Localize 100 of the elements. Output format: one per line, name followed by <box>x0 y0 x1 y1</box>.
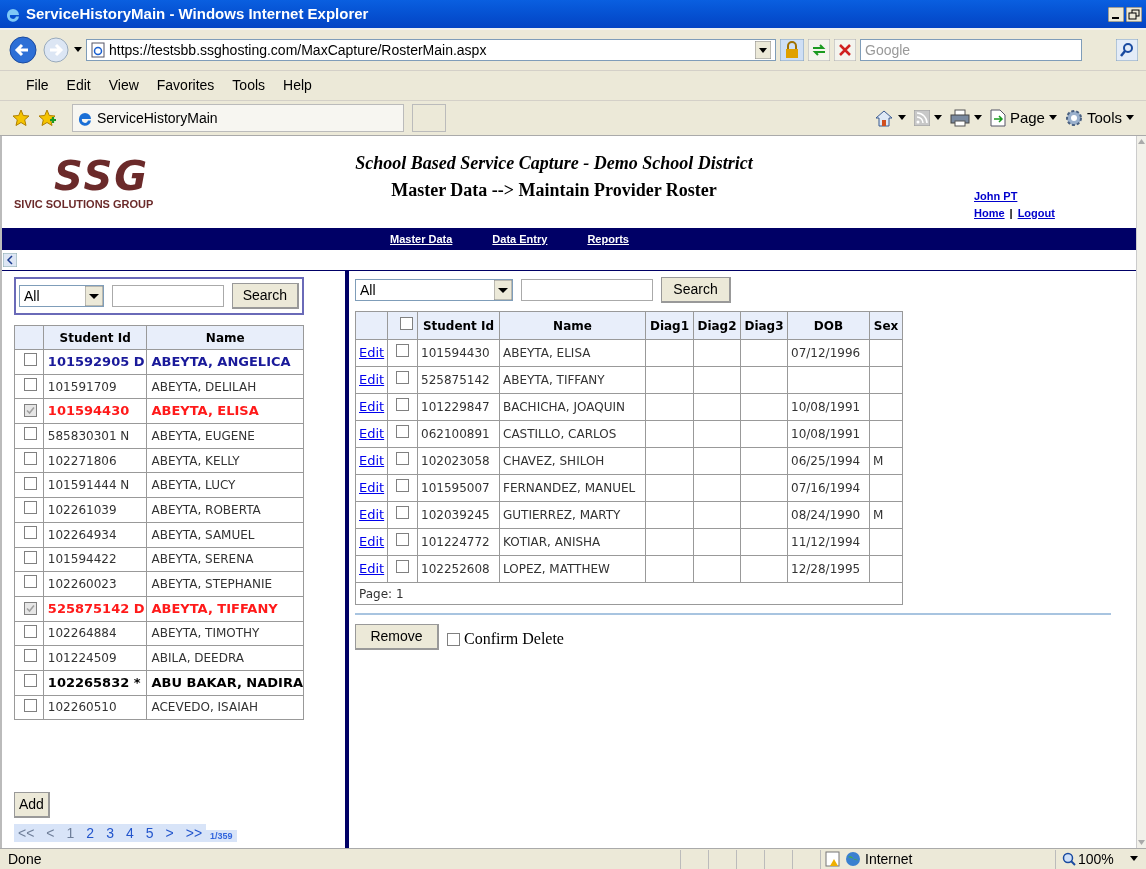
scroll-down-icon[interactable] <box>1137 838 1146 848</box>
menu-item[interactable]: Edit <box>66 75 91 96</box>
collapse-icon[interactable] <box>3 253 17 267</box>
dropdown-icon[interactable] <box>494 280 512 300</box>
search-field[interactable] <box>521 279 653 301</box>
stop-icon[interactable] <box>834 39 856 61</box>
zoom-control[interactable]: 100% <box>1055 849 1138 869</box>
menu-item[interactable]: Tools <box>232 75 266 96</box>
print-button[interactable] <box>949 109 982 127</box>
scrollbar[interactable] <box>1136 136 1146 848</box>
menu-item[interactable]: View <box>108 75 139 96</box>
column-header: Name <box>499 311 646 340</box>
checkbox[interactable] <box>396 452 409 465</box>
table-cell: M <box>869 501 903 529</box>
page-link[interactable]: 2 <box>86 822 95 844</box>
home-button[interactable] <box>873 109 906 127</box>
checkbox[interactable] <box>24 404 37 418</box>
table-cell: ABEYTA, STEPHANIE <box>147 571 304 597</box>
checkbox[interactable] <box>24 427 37 441</box>
tools-button[interactable]: Tools <box>1064 106 1134 130</box>
table-cell: GUTIERREZ, MARTY <box>499 501 646 529</box>
address-field[interactable]: https://testsbb.ssghosting.com/MaxCapture/RosterMain.aspx <box>86 39 776 61</box>
dropdown-icon[interactable] <box>84 286 103 306</box>
checkbox[interactable] <box>24 575 37 589</box>
checkbox[interactable] <box>396 425 409 438</box>
back-icon[interactable] <box>8 35 38 65</box>
table-cell: 07/12/1996 <box>787 339 870 367</box>
page-link[interactable]: > <box>165 822 174 844</box>
checkbox[interactable] <box>24 476 37 490</box>
table-cell: 102261039 <box>43 497 147 523</box>
scroll-up-icon[interactable] <box>1137 136 1146 146</box>
checkbox[interactable] <box>396 398 409 411</box>
menu-item[interactable]: File <box>26 75 49 96</box>
column-header: Diag1 <box>645 311 694 340</box>
table-cell: ABEYTA, LUCY <box>147 472 304 498</box>
search-button[interactable]: Search <box>661 277 731 303</box>
page-button[interactable]: Page <box>989 106 1057 130</box>
page-count: 1/359 <box>206 830 237 842</box>
nav-link[interactable]: Reports <box>587 230 629 248</box>
page-link[interactable]: 3 <box>106 822 114 844</box>
checkbox[interactable] <box>24 525 37 539</box>
nav-link[interactable]: Logout <box>1017 204 1055 221</box>
checkbox[interactable] <box>24 624 37 638</box>
table-cell: LOPEZ, MATTHEW <box>499 555 646 583</box>
restore-icon[interactable] <box>1126 6 1142 22</box>
checkbox[interactable] <box>396 506 409 519</box>
checkbox[interactable] <box>396 479 409 492</box>
page-link[interactable]: 5 <box>145 822 154 844</box>
search-button[interactable]: Search <box>231 283 299 309</box>
browser-tab[interactable]: ServiceHistoryMain <box>72 104 404 132</box>
page-link[interactable]: 4 <box>125 822 134 844</box>
checkbox[interactable] <box>24 674 37 688</box>
table-cell: 101224772 <box>417 528 500 556</box>
dropdown-icon[interactable] <box>755 41 771 59</box>
checkbox[interactable] <box>24 649 37 663</box>
minimize-icon[interactable] <box>1108 6 1124 22</box>
checkbox[interactable] <box>396 533 409 546</box>
table-cell: 07/16/1994 <box>787 474 870 502</box>
checkbox[interactable] <box>24 550 37 564</box>
nav-link[interactable]: Home <box>974 204 1005 221</box>
checkbox[interactable] <box>396 560 409 573</box>
checkbox[interactable] <box>447 632 460 646</box>
caret-icon[interactable] <box>74 47 82 53</box>
filter-dropdown[interactable]: All <box>355 279 513 301</box>
caret-icon <box>1129 856 1138 862</box>
table-cell: 102260023 <box>43 571 147 597</box>
column-header: Diag2 <box>693 311 741 340</box>
checkbox[interactable] <box>24 377 37 391</box>
menu-item[interactable]: Favorites <box>156 75 215 96</box>
table-cell: KOTIAR, ANISHA <box>499 528 646 556</box>
add-favorite-icon[interactable] <box>38 109 56 127</box>
checkbox[interactable] <box>24 601 37 615</box>
page-subtitle: Master Data --> Maintain Provider Roster <box>391 179 717 202</box>
column-header: Student Id <box>417 311 500 340</box>
checkbox[interactable] <box>24 451 37 465</box>
page-link[interactable]: >> <box>185 822 203 844</box>
add-button[interactable]: Add <box>14 792 50 818</box>
nav-link[interactable]: Data Entry <box>492 230 548 248</box>
checkbox[interactable] <box>24 353 37 367</box>
table-cell: 101592905 D <box>43 349 147 375</box>
user-link[interactable]: John PT <box>974 188 1055 205</box>
nav-link[interactable]: Master Data <box>390 230 453 248</box>
menu-item[interactable]: Help <box>283 75 312 96</box>
checkbox[interactable] <box>24 698 37 712</box>
feeds-button[interactable] <box>913 110 942 126</box>
table-cell: ABEYTA, TIFFANY <box>147 596 304 622</box>
search-icon[interactable] <box>1116 39 1138 61</box>
search-field[interactable]: Google <box>860 39 1082 61</box>
checkbox[interactable] <box>400 316 413 330</box>
table-cell: 102264884 <box>43 621 147 646</box>
checkbox[interactable] <box>24 501 37 515</box>
checkbox[interactable] <box>396 371 409 384</box>
remove-button[interactable]: Remove <box>355 624 439 650</box>
filter-dropdown[interactable]: All <box>19 285 104 307</box>
search-field[interactable] <box>111 285 224 307</box>
star-icon[interactable] <box>12 109 30 127</box>
table-cell: CHAVEZ, SHILOH <box>499 447 646 475</box>
refresh-icon[interactable] <box>808 39 830 61</box>
checkbox[interactable] <box>396 344 409 357</box>
column-header: Sex <box>869 311 903 340</box>
